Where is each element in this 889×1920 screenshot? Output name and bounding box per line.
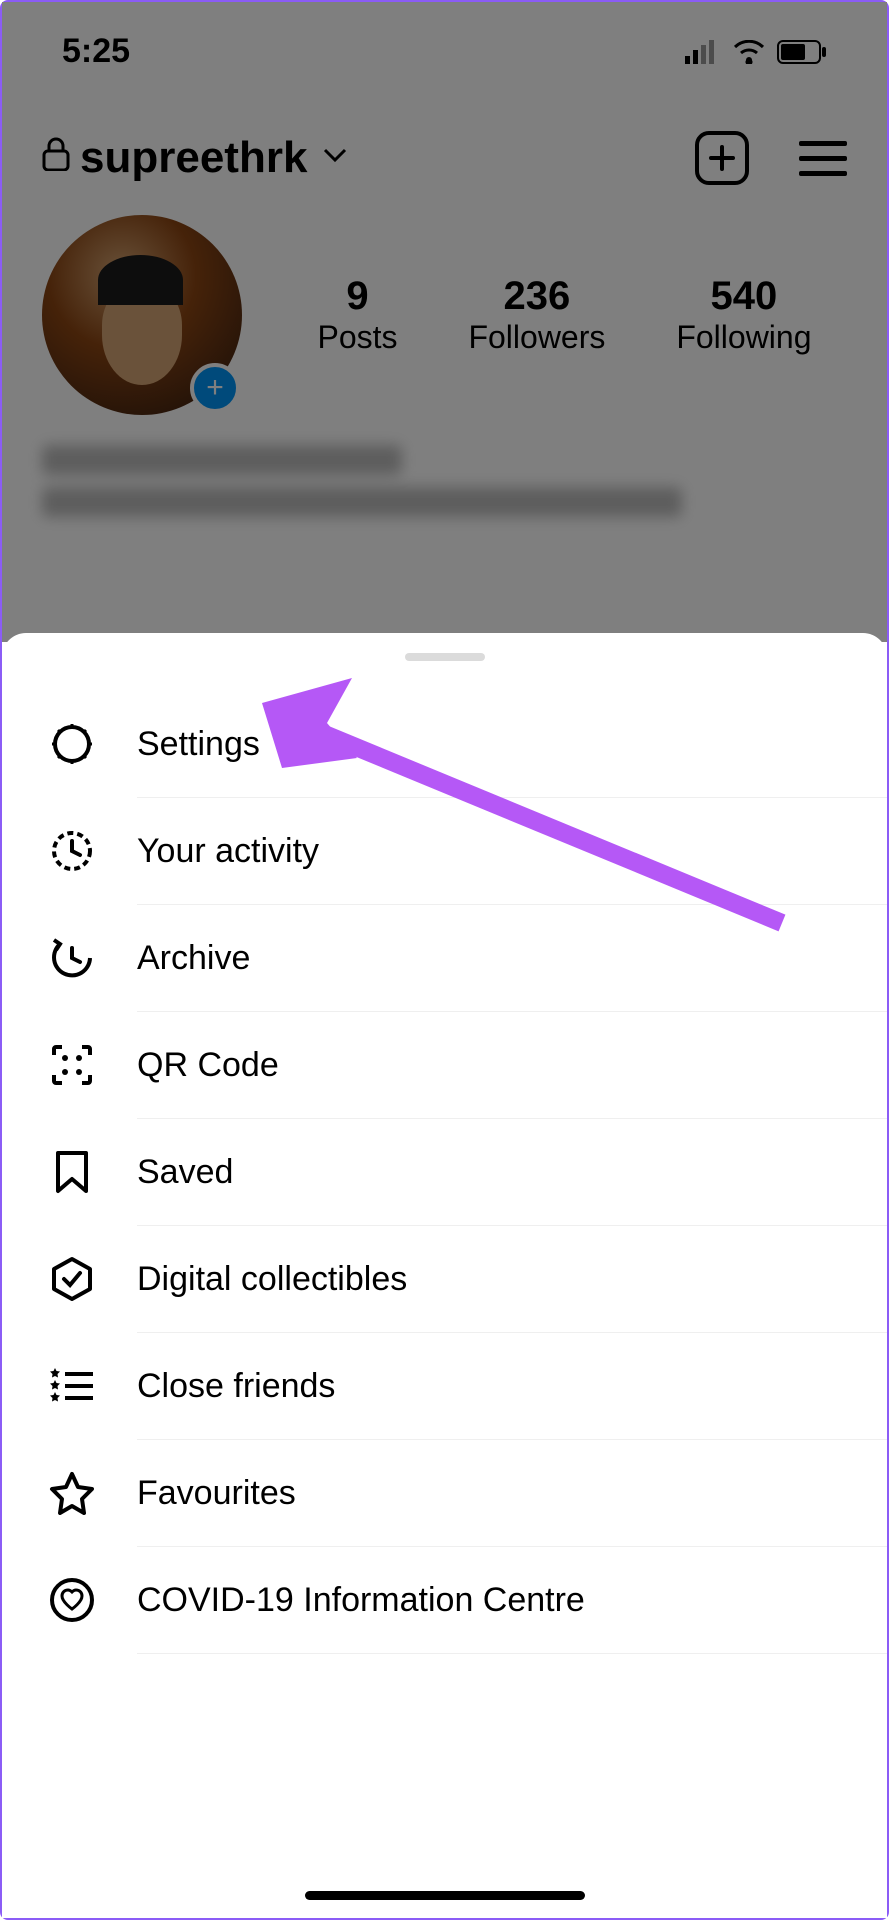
star-icon (47, 1468, 97, 1518)
menu-item-activity[interactable]: Your activity (2, 798, 887, 904)
menu-label: QR Code (137, 1046, 279, 1085)
menu-label: Saved (137, 1153, 233, 1192)
menu-label: COVID-19 Information Centre (137, 1581, 585, 1620)
menu-item-archive[interactable]: Archive (2, 905, 887, 1011)
menu-label: Settings (137, 725, 260, 764)
activity-icon (47, 826, 97, 876)
menu-item-qr-code[interactable]: QR Code (2, 1012, 887, 1118)
menu-list: Settings Your activity Archive QR Code (2, 691, 887, 1654)
home-indicator[interactable] (305, 1891, 585, 1900)
menu-label: Favourites (137, 1474, 296, 1513)
menu-item-saved[interactable]: Saved (2, 1119, 887, 1225)
options-bottom-sheet: Settings Your activity Archive QR Code (2, 633, 887, 1918)
drag-handle[interactable] (405, 653, 485, 661)
heart-circle-icon (47, 1575, 97, 1625)
menu-item-settings[interactable]: Settings (2, 691, 887, 797)
menu-label: Close friends (137, 1367, 335, 1406)
bookmark-icon (47, 1147, 97, 1197)
archive-icon (47, 933, 97, 983)
menu-label: Digital collectibles (137, 1260, 407, 1299)
hexagon-check-icon (47, 1254, 97, 1304)
gear-icon (47, 719, 97, 769)
menu-item-close-friends[interactable]: Close friends (2, 1333, 887, 1439)
menu-label: Your activity (137, 832, 319, 871)
menu-item-favourites[interactable]: Favourites (2, 1440, 887, 1546)
qr-icon (47, 1040, 97, 1090)
modal-dimmer[interactable] (2, 2, 887, 642)
menu-item-covid[interactable]: COVID-19 Information Centre (2, 1547, 887, 1653)
menu-label: Archive (137, 939, 250, 978)
menu-item-digital-collectibles[interactable]: Digital collectibles (2, 1226, 887, 1332)
close-friends-icon (47, 1361, 97, 1411)
